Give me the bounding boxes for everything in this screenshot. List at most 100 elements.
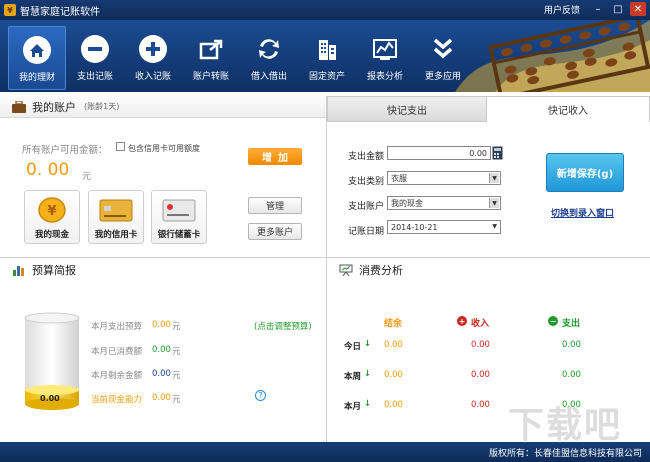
account-label: 支出账户 (348, 202, 385, 212)
maximize-button[interactable]: □ (610, 2, 626, 16)
budget-chart-icon (13, 266, 24, 276)
analysis-week-balance: 0.00 (384, 370, 403, 380)
chart-icon (373, 39, 397, 60)
toolbar-transfer[interactable]: 账户转账 (182, 26, 240, 90)
tab-quick-expense[interactable]: 快记支出 (327, 96, 487, 122)
analysis-today-balance: 0.00 (384, 340, 403, 350)
arrow-down-icon: ↓ (364, 369, 372, 379)
building-icon (319, 40, 336, 60)
amount-unit: 元 (82, 172, 92, 182)
budget-header: 预算简报 (0, 258, 326, 282)
amount-label: 支出金额 (348, 152, 385, 162)
app-logo-icon: ¥ (4, 4, 16, 16)
toolbar-reports[interactable]: 报表分析 (356, 26, 414, 90)
account-age: (账龄1天) (84, 102, 120, 111)
minus-circle-icon (81, 35, 109, 63)
analysis-week-expense: 0.00 (562, 370, 581, 380)
toolbar-borrow-lend[interactable]: 借入借出 (240, 26, 298, 90)
briefcase-icon (12, 100, 26, 113)
analysis-row-label-today: 今日 (344, 342, 362, 352)
tab-quick-income[interactable]: 快记收入 (487, 96, 650, 122)
total-amount: 0. 00 (26, 160, 70, 180)
toolbar-expense[interactable]: 支出记账 (66, 26, 124, 90)
svg-text:¥: ¥ (47, 204, 56, 219)
plus-circle-icon: + (457, 316, 467, 326)
status-bar: 版权所有：长春佳盟信息科技有限公司 (0, 442, 650, 462)
budget-value-cash-ability: 0.00 (152, 393, 171, 403)
home-icon (23, 36, 51, 64)
accounts-header: 我的账户 (账龄1天) (0, 96, 326, 118)
toolbar-fixed-assets[interactable]: 固定资产 (298, 26, 356, 90)
analysis-header-balance: 结余 (384, 319, 403, 329)
account-card-bank[interactable]: 银行储蓄卡 (151, 190, 207, 244)
category-select[interactable]: 衣服 ▼ (387, 171, 501, 185)
plus-circle-icon (139, 35, 167, 63)
accounts-title: 我的账户 (32, 100, 76, 114)
analysis-header-expense: 支出 (562, 319, 581, 329)
date-picker[interactable]: 2014-10-21 ▼ (387, 220, 501, 234)
date-label: 记账日期 (348, 227, 385, 237)
account-card-cash[interactable]: ¥ 我的现金 (24, 190, 80, 244)
toolbar-my-finance[interactable]: 我的理财 (8, 26, 66, 90)
account-card-credit[interactable]: 我的信用卡 (88, 190, 144, 244)
analysis-row-label-month: 本月 (344, 402, 362, 412)
coin-icon: ¥ (38, 197, 66, 223)
budget-value-plan: 0.00 (152, 320, 171, 330)
add-account-button[interactable]: 增加 (248, 148, 302, 165)
bank-card-icon (162, 199, 196, 222)
budget-value-spent: 0.00 (152, 345, 171, 355)
presentation-icon (339, 264, 353, 276)
budget-unit-cash-ability: 元 (172, 395, 181, 405)
budget-label-plan: 本月支出预算 (91, 322, 143, 332)
analysis-today-income: 0.00 (471, 340, 490, 350)
account-select[interactable]: 我的现金 ▼ (387, 196, 501, 210)
calculator-icon[interactable] (492, 146, 503, 160)
title-bar: ¥ 智慧家庭记账软件 用户反馈 – □ ✕ (0, 0, 650, 20)
analysis-title: 消费分析 (359, 264, 403, 277)
abacus-banner-icon (455, 20, 650, 92)
toolbar-income[interactable]: 收入记账 (124, 26, 182, 90)
swap-icon (259, 39, 279, 59)
main-toolbar: 我的理财 支出记账 收入记账 账户转账 借入借出 固定资产 报表分析 更多应用 (0, 20, 650, 92)
analysis-header: 消费分析 (327, 258, 650, 282)
arrow-down-icon: ↓ (364, 339, 372, 349)
include-credit-label: 包含信用卡可用额度 (128, 144, 200, 153)
analysis-row-label-week: 本周 (344, 372, 362, 382)
budget-title: 预算简报 (32, 264, 76, 277)
analysis-header-income: 收入 (471, 319, 490, 329)
close-button[interactable]: ✕ (630, 2, 646, 16)
gauge-value: 0.00 (40, 394, 60, 403)
manage-accounts-button[interactable]: 管理 (248, 197, 302, 214)
adjust-budget-link[interactable]: (点击调整预算) (254, 320, 312, 332)
available-amount-label: 所有账户可用金额： (22, 145, 108, 156)
minus-circle-icon: − (548, 316, 558, 326)
budget-unit-spent: 元 (172, 347, 181, 357)
analysis-month-income: 0.00 (471, 400, 490, 410)
analysis-week-income: 0.00 (471, 370, 490, 380)
chevron-down-icon: ▼ (489, 173, 499, 183)
help-icon[interactable]: ? (255, 390, 266, 401)
transfer-icon (199, 39, 223, 60)
budget-value-remaining: 0.00 (152, 369, 171, 379)
window-title: 智慧家庭记账软件 (20, 6, 100, 18)
category-label: 支出类别 (348, 177, 385, 187)
include-credit-checkbox[interactable] (116, 142, 125, 151)
analysis-today-expense: 0.00 (562, 340, 581, 350)
minimize-button[interactable]: – (590, 2, 606, 16)
chevron-down-icon: ▼ (489, 198, 499, 208)
watermark: 下载吧 (508, 405, 623, 446)
save-button[interactable]: 新增保存(g) (546, 153, 624, 192)
budget-unit-plan: 元 (172, 322, 181, 332)
arrow-down-icon: ↓ (364, 399, 372, 409)
credit-card-icon (99, 199, 133, 222)
analysis-panel: 消费分析 (327, 258, 650, 282)
budget-panel: 预算简报 (0, 258, 326, 282)
chevron-down-icon: ▼ (492, 223, 497, 230)
budget-label-cash-ability: 当前现金能力 (91, 395, 143, 405)
feedback-link[interactable]: 用户反馈 (544, 3, 580, 16)
more-accounts-button[interactable]: 更多账户 (248, 223, 302, 240)
budget-unit-remaining: 元 (172, 371, 181, 381)
amount-input[interactable]: 0.00 (387, 146, 491, 160)
switch-entry-window-link[interactable]: 切换到录入窗口 (551, 206, 614, 219)
analysis-month-balance: 0.00 (384, 400, 403, 410)
